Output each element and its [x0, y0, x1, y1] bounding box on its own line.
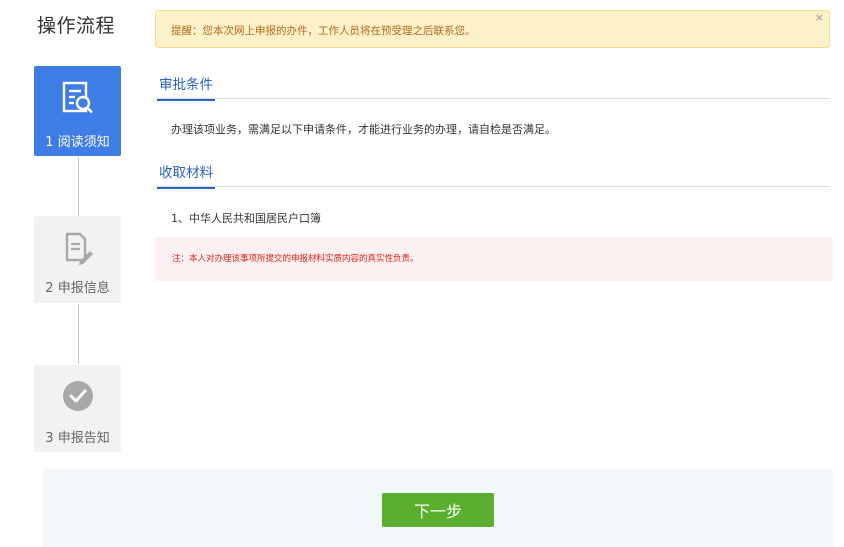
flow-title: 操作流程 — [37, 15, 116, 37]
step-connector — [78, 304, 79, 364]
step-connector — [78, 157, 79, 216]
section-header-materials: 收取材料 — [157, 156, 830, 189]
next-step-button[interactable]: 下一步 — [382, 493, 494, 527]
conditions-text: 办理该项业务，需满足以下申请条件，才能进行业务的办理，请自检是否满足。 — [171, 123, 556, 136]
step-read-notice[interactable]: 1 阅读须知 — [34, 66, 121, 156]
document-edit-icon — [34, 230, 121, 266]
footer-bar: 下一步 — [42, 469, 833, 547]
section-title-materials: 收取材料 — [157, 161, 215, 189]
step-label: 2 申报信息 — [45, 281, 110, 296]
note-text: 注：本人对办理该事项所提交的申报材料实质内容的真实性负责。 — [172, 254, 419, 264]
close-icon[interactable]: × — [815, 12, 824, 24]
document-search-icon — [34, 80, 121, 116]
section-title-conditions: 审批条件 — [157, 73, 215, 101]
section-header-conditions: 审批条件 — [157, 68, 830, 101]
check-circle-icon — [34, 379, 121, 415]
alert-text: 提醒：您本次网上申报的办件，工作人员将在预受理之后联系您。 — [171, 25, 476, 37]
list-item: 1、中华人民共和国居民户口簿 — [171, 212, 321, 225]
step-apply-info[interactable]: 2 申报信息 — [34, 216, 121, 303]
step-label: 3 申报告知 — [45, 431, 110, 446]
step-label: 1 阅读须知 — [45, 135, 110, 150]
responsibility-note: 注：本人对办理该事项所提交的申报材料实质内容的真实性负责。 — [155, 237, 833, 281]
reminder-alert: 提醒：您本次网上申报的办件，工作人员将在预受理之后联系您。 × — [155, 10, 830, 48]
step-apply-notice[interactable]: 3 申报告知 — [34, 365, 121, 452]
